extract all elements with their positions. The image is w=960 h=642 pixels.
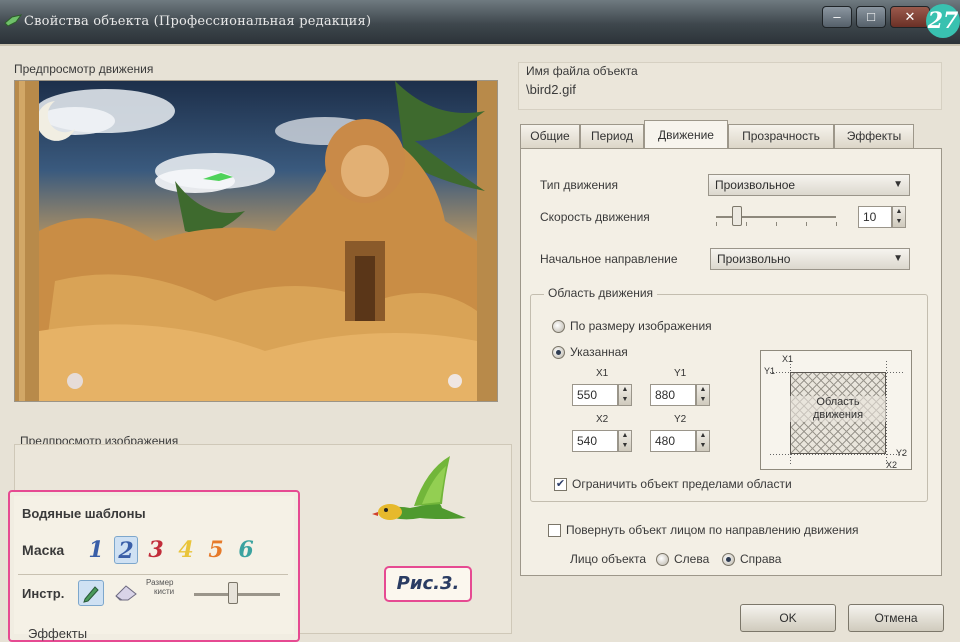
x1-label: X1	[596, 368, 609, 379]
page-number-badge: 27	[926, 4, 960, 38]
app-icon	[4, 14, 22, 27]
minimize-button[interactable]: –	[822, 6, 852, 28]
x2-spin-button[interactable]: ▲ ▼	[618, 430, 632, 452]
y2-label: Y2	[674, 414, 687, 425]
chevron-down-icon: ▼	[893, 179, 903, 190]
tab-general[interactable]: Общие	[520, 124, 580, 148]
filename-value: \bird2.gif	[526, 82, 576, 97]
radio-specified[interactable]	[552, 346, 565, 359]
mask-5-button[interactable]: 5	[204, 536, 228, 564]
chevron-down-icon: ▼	[893, 253, 903, 264]
brush-size-slider-thumb[interactable]	[228, 582, 238, 604]
speed-slider-thumb[interactable]	[732, 206, 742, 226]
slider-tick	[746, 222, 747, 226]
mask-3-button[interactable]: 3	[144, 536, 168, 564]
motion-type-label: Тип движения	[540, 178, 618, 192]
motion-preview-label: Предпросмотр движения	[14, 62, 154, 76]
y2-input[interactable]: 480	[650, 430, 696, 452]
brush-size-label: Размер кисти	[146, 578, 175, 596]
diagram-y2: Y2	[896, 448, 908, 458]
rotate-object-checkbox[interactable]	[548, 524, 561, 537]
slider-tick	[806, 222, 807, 226]
speed-label: Скорость движения	[540, 210, 650, 224]
y1-input[interactable]: 880	[650, 384, 696, 406]
watermark-title: Водяные шаблоны	[22, 506, 146, 521]
mask-2-button[interactable]: 2	[114, 536, 138, 564]
face-label: Лицо объекта	[570, 552, 647, 566]
speed-spin-button[interactable]: ▲ ▼	[892, 206, 906, 228]
maximize-button[interactable]: □	[856, 6, 886, 28]
radio-face-left[interactable]	[656, 553, 669, 566]
motion-type-select[interactable]: Произвольное ▼	[708, 174, 910, 196]
filename-label: Имя файла объекта	[526, 64, 638, 78]
slider-tick	[776, 222, 777, 226]
mask-6-button[interactable]: 6	[234, 536, 258, 564]
slider-tick	[716, 222, 717, 226]
slider-tick	[836, 222, 837, 226]
limit-area-label: Ограничить объект пределами области	[572, 477, 792, 491]
tool-label: Инстр.	[22, 586, 65, 601]
ok-button[interactable]: OK	[740, 604, 836, 632]
y2-spin-button[interactable]: ▲ ▼	[696, 430, 710, 452]
limit-area-checkbox[interactable]: ✔	[554, 478, 567, 491]
tab-effects[interactable]: Эффекты	[834, 124, 914, 148]
radio-face-right[interactable]	[722, 553, 735, 566]
face-right-label: Справа	[740, 552, 782, 566]
eraser-icon[interactable]	[114, 584, 138, 602]
x2-label: X2	[596, 414, 609, 425]
motion-area-text: Область движения	[790, 396, 886, 422]
effects-label: Эффекты	[28, 626, 88, 641]
start-direction-label: Начальное направление	[540, 252, 678, 266]
speed-input[interactable]: 10	[858, 206, 892, 228]
tab-period[interactable]: Период	[580, 124, 644, 148]
mask-1-button[interactable]: 1	[84, 536, 108, 564]
x1-input[interactable]: 550	[572, 384, 618, 406]
face-left-label: Слева	[674, 552, 710, 566]
rotate-object-label: Повернуть объект лицом по направлению дв…	[566, 523, 859, 537]
start-direction-select[interactable]: Произвольно ▼	[710, 248, 910, 270]
close-button[interactable]: ✕	[890, 6, 930, 28]
watermark-panel: Водяные шаблоны Маска 1 2 3 4 5 6 Инстр.…	[8, 490, 300, 642]
diagram-x1: X1	[782, 354, 794, 364]
pen-icon	[83, 586, 99, 603]
pen-tool-button[interactable]	[78, 580, 104, 606]
tab-motion[interactable]: Движение	[644, 120, 728, 148]
radio-specified-label: Указанная	[570, 345, 628, 359]
tab-transparency[interactable]: Прозрачность	[728, 124, 834, 148]
fantasy-scene-illustration	[15, 81, 497, 401]
separator	[18, 574, 288, 575]
motion-area-title: Область движения	[544, 286, 658, 300]
diagram-y1: Y1	[764, 366, 776, 376]
window-title: Свойства объекта (Профессиональная редак…	[24, 14, 372, 29]
mask-label: Маска	[22, 542, 65, 558]
x1-spin-button[interactable]: ▲ ▼	[618, 384, 632, 406]
radio-image-size-label: По размеру изображения	[570, 319, 712, 333]
motion-preview-image	[14, 80, 498, 402]
title-bar: Свойства объекта (Профессиональная редак…	[0, 0, 960, 46]
dotted-guide	[886, 360, 887, 464]
radio-image-size[interactable]	[552, 320, 565, 333]
figure-caption: Рис.3.	[384, 566, 472, 602]
mask-4-button[interactable]: 4	[174, 536, 198, 564]
y1-spin-button[interactable]: ▲ ▼	[696, 384, 710, 406]
diagram-x2: X2	[886, 460, 898, 470]
x2-input[interactable]: 540	[572, 430, 618, 452]
y1-label: Y1	[674, 368, 687, 379]
cancel-button[interactable]: Отмена	[848, 604, 944, 632]
parrot-image	[372, 456, 466, 520]
